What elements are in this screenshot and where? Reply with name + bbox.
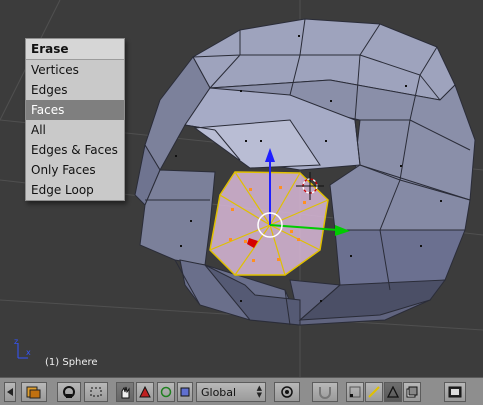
menu-item-only-faces[interactable]: Only Faces [26, 160, 124, 180]
snap-magnet-icon[interactable] [312, 382, 338, 402]
menu-item-edges[interactable]: Edges [26, 80, 124, 100]
mesh-sphere[interactable] [134, 18, 476, 326]
select-arrows-icon: ▲ ▼ [256, 384, 262, 399]
header-collapse-icon[interactable] [4, 382, 16, 402]
svg-text:x: x [26, 348, 31, 357]
face-select-icon[interactable] [384, 382, 402, 402]
occlude-background-icon[interactable] [403, 382, 421, 402]
render-preview-icon[interactable] [444, 382, 466, 402]
edge-select-icon[interactable] [365, 382, 383, 402]
erase-menu[interactable]: Erase Vertices Edges Faces All Edges & F… [25, 38, 125, 201]
pivot-icon[interactable] [84, 382, 108, 402]
menu-title: Erase [26, 39, 124, 60]
manipulator-hand-icon[interactable] [116, 382, 134, 402]
menu-item-edges-faces[interactable]: Edges & Faces [26, 140, 124, 160]
svg-text:z: z [14, 337, 18, 346]
scale-manipulator-icon[interactable] [177, 382, 193, 402]
menu-item-vertices[interactable]: Vertices [26, 60, 124, 80]
menu-item-faces[interactable]: Faces [26, 100, 124, 120]
viewport-header-toolbar: Global ▲ ▼ [0, 377, 483, 405]
orientation-value: Global [201, 385, 237, 399]
menu-item-all[interactable]: All [26, 120, 124, 140]
transform-orientation-select[interactable]: Global ▲ ▼ [196, 382, 266, 402]
3d-viewport[interactable]: z x Erase Vertices Edges Faces All Edges… [0, 0, 483, 377]
proportional-edit-icon[interactable] [274, 382, 300, 402]
rotate-manipulator-icon[interactable] [157, 382, 175, 402]
menu-item-edge-loop[interactable]: Edge Loop [26, 180, 124, 200]
view-axis-icon: z x [14, 337, 31, 359]
blender-window: z x Erase Vertices Edges Faces All Edges… [0, 0, 483, 405]
object-name-label: (1) Sphere [45, 357, 98, 368]
vertex-select-icon[interactable] [346, 382, 364, 402]
object-mode-icon[interactable] [21, 382, 47, 402]
draw-type-icon[interactable] [57, 382, 81, 402]
translate-manipulator-icon[interactable] [136, 382, 154, 402]
